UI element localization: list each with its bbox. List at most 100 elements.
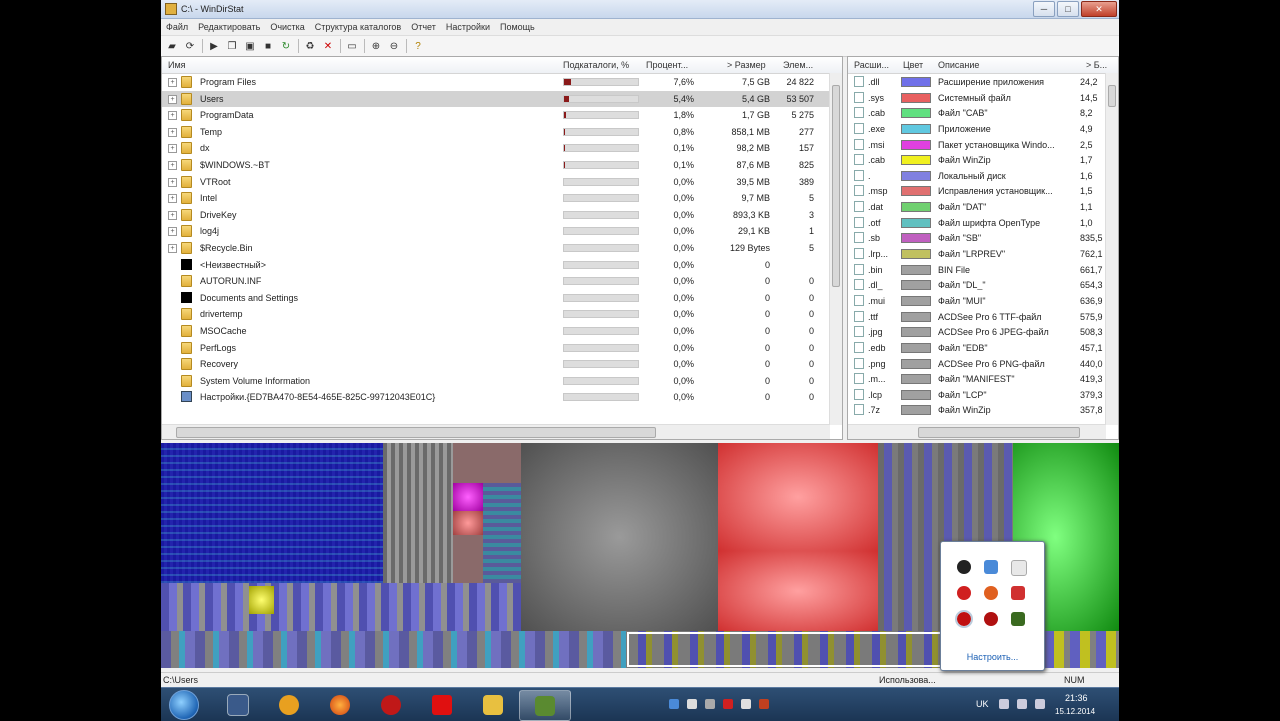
extension-row[interactable]: .datФайл "DAT"1,1 (848, 199, 1106, 215)
expand-toggle[interactable]: + (168, 128, 177, 137)
tree-row[interactable]: +Users5,4%5,4 GB53 507 (162, 91, 830, 108)
tree-row[interactable]: Recovery0,0%00 (162, 356, 830, 373)
tree-row[interactable]: +Temp0,8%858,1 MB277 (162, 124, 830, 141)
tray-flag-icon[interactable] (999, 699, 1009, 709)
daemon-tools-icon[interactable] (264, 690, 314, 719)
tree-row[interactable]: +Intel0,0%9,7 MB5 (162, 190, 830, 207)
expand-toggle[interactable]: + (168, 95, 177, 104)
extension-row[interactable]: .dl_Файл "DL_"654,3 (848, 277, 1106, 293)
ext-hscroll[interactable] (848, 424, 1106, 439)
nvidia-icon[interactable] (1011, 612, 1025, 626)
close-button[interactable]: ✕ (1081, 1, 1117, 17)
folder-icon[interactable]: ▭ (345, 39, 359, 53)
extension-row[interactable]: .lrp...Файл "LRPREV"762,1 (848, 246, 1106, 262)
col-size[interactable]: > Размер (727, 60, 766, 70)
extension-row[interactable]: .sysСистемный файл14,5 (848, 90, 1106, 106)
tray-network-icon[interactable] (669, 699, 679, 709)
menu-options[interactable]: Настройки (441, 22, 495, 32)
tray-app-icon[interactable] (705, 699, 715, 709)
tray-app-icon[interactable] (687, 699, 697, 709)
tray-volume-icon[interactable] (1035, 699, 1045, 709)
copy-icon[interactable]: ❐ (225, 39, 239, 53)
extension-row[interactable]: .edbФайл "EDB"457,1 (848, 340, 1106, 356)
headset-app-icon[interactable] (213, 690, 263, 719)
menu-treemap[interactable]: Структура каталогов (310, 22, 406, 32)
col-subtree[interactable]: Подкаталоги, % (563, 60, 629, 70)
treemap-block[interactable] (718, 551, 878, 631)
extension-row[interactable]: .jpgACDSee Pro 6 JPEG-файл508,3 (848, 324, 1106, 340)
maximize-button[interactable]: □ (1057, 1, 1079, 17)
treemap-block[interactable] (161, 443, 383, 583)
tree-row[interactable]: +dx0,1%98,2 MB157 (162, 140, 830, 157)
tray-app-icon[interactable] (723, 699, 733, 709)
tray-network-status-icon[interactable] (1017, 699, 1027, 709)
expand-toggle[interactable]: + (168, 178, 177, 187)
yandex-icon[interactable] (417, 690, 467, 719)
shield-icon[interactable] (957, 586, 971, 600)
tree-row[interactable]: Documents and Settings0,0%00 (162, 290, 830, 307)
media-player-icon[interactable] (366, 690, 416, 719)
treemap-block[interactable] (383, 443, 453, 583)
play-icon[interactable]: ▶ (207, 39, 221, 53)
expand-toggle[interactable]: + (168, 111, 177, 120)
treemap-selection[interactable] (626, 631, 966, 668)
zoom-in-icon[interactable]: ⊕ (369, 39, 383, 53)
treemap-block[interactable] (161, 583, 521, 631)
extension-row[interactable]: .sbФайл "SB"835,5 (848, 230, 1106, 246)
extension-row[interactable]: .muiФайл "MUI"636,9 (848, 293, 1106, 309)
tree-row[interactable]: +ProgramData1,8%1,7 GB5 275 (162, 107, 830, 124)
treemap-block[interactable] (718, 443, 878, 551)
treemap-block[interactable] (521, 443, 718, 631)
command-icon[interactable]: ■ (261, 39, 275, 53)
menu-help[interactable]: Помощь (495, 22, 540, 32)
menu-file[interactable]: Файл (161, 22, 193, 32)
expand-toggle[interactable]: + (168, 194, 177, 203)
expand-toggle[interactable]: + (168, 161, 177, 170)
treemap-block[interactable] (453, 511, 483, 535)
language-indicator[interactable]: UK (976, 699, 989, 709)
extension-row[interactable]: .binBIN File661,7 (848, 262, 1106, 278)
tray-app-icon[interactable] (741, 699, 751, 709)
extension-row[interactable]: .exeПриложение4,9 (848, 121, 1106, 137)
extension-row[interactable]: .dllРасширение приложения24,2 (848, 74, 1106, 90)
extension-row[interactable]: .7zФайл WinZip357,8 (848, 402, 1106, 418)
tree-row[interactable]: <Неизвестный>0,0%0 (162, 257, 830, 274)
recycle-icon[interactable]: ♻ (303, 39, 317, 53)
tree-hscroll[interactable] (162, 424, 830, 439)
expand-toggle[interactable]: + (168, 211, 177, 220)
delete-icon[interactable]: ✕ (321, 39, 335, 53)
expand-toggle[interactable]: + (168, 244, 177, 253)
tray-app-icon[interactable] (759, 699, 769, 709)
extension-row[interactable]: .msiПакет установщика Windo...2,5 (848, 137, 1106, 153)
tree-row[interactable]: Настройки.{ED7BA470-8E54-465E-825C-99712… (162, 389, 830, 406)
extension-row[interactable]: .cabФайл "CAB"8,2 (848, 105, 1106, 121)
menu-report[interactable]: Отчет (406, 22, 441, 32)
treemap-block[interactable] (453, 483, 483, 511)
extension-row[interactable]: .cabФайл WinZip1,7 (848, 152, 1106, 168)
treemap-block[interactable] (249, 586, 274, 614)
expand-toggle[interactable]: + (168, 144, 177, 153)
col-ext[interactable]: Расши... (854, 60, 889, 70)
extension-row[interactable]: .Локальный диск1,6 (848, 168, 1106, 184)
extension-row[interactable]: .pngACDSee Pro 6 PNG-файл440,0 (848, 356, 1106, 372)
windirstat-icon[interactable] (519, 690, 571, 721)
expand-toggle[interactable]: + (168, 78, 177, 87)
extension-row[interactable]: .mspИсправления установщик...1,5 (848, 183, 1106, 199)
col-percent[interactable]: Процент... (646, 60, 688, 70)
network-icon[interactable] (984, 560, 998, 574)
ext-vscroll[interactable] (1105, 73, 1118, 425)
help-icon[interactable]: ? (411, 39, 425, 53)
tree-row[interactable]: +$Recycle.Bin0,0%129 Bytes5 (162, 240, 830, 257)
menu-cleanup[interactable]: Очистка (265, 22, 309, 32)
media-icon[interactable] (984, 612, 998, 626)
col-items[interactable]: Элем... (783, 60, 813, 70)
refresh-all-icon[interactable]: ↻ (279, 39, 293, 53)
tree-row[interactable]: AUTORUN.INF0,0%00 (162, 273, 830, 290)
tree-row[interactable]: MSOCache0,0%00 (162, 323, 830, 340)
flag-icon[interactable] (1011, 560, 1027, 576)
extension-row[interactable]: .ttfACDSee Pro 6 TTF-файл575,9 (848, 309, 1106, 325)
customize-link[interactable]: Настроить... (941, 652, 1044, 662)
extension-row[interactable]: .lcpФайл "LCP"379,3 (848, 387, 1106, 403)
treemap-block[interactable] (161, 631, 626, 668)
menu-edit[interactable]: Редактировать (193, 22, 265, 32)
